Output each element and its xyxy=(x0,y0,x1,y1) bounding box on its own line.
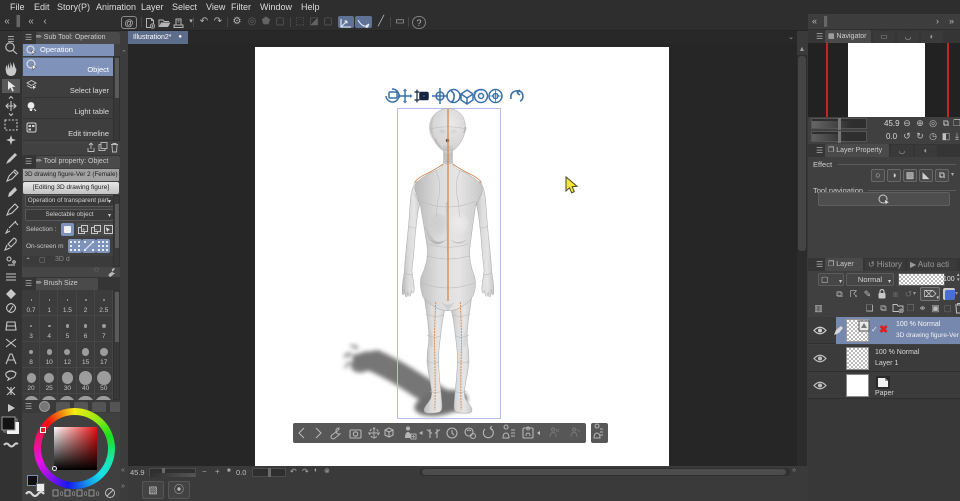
svg-text:0: 0 xyxy=(96,492,100,498)
svg-text:0: 0 xyxy=(72,492,76,498)
svg-text:0: 0 xyxy=(60,492,64,498)
svg-text:+: + xyxy=(82,228,86,234)
svg-text:0: 0 xyxy=(84,492,88,498)
